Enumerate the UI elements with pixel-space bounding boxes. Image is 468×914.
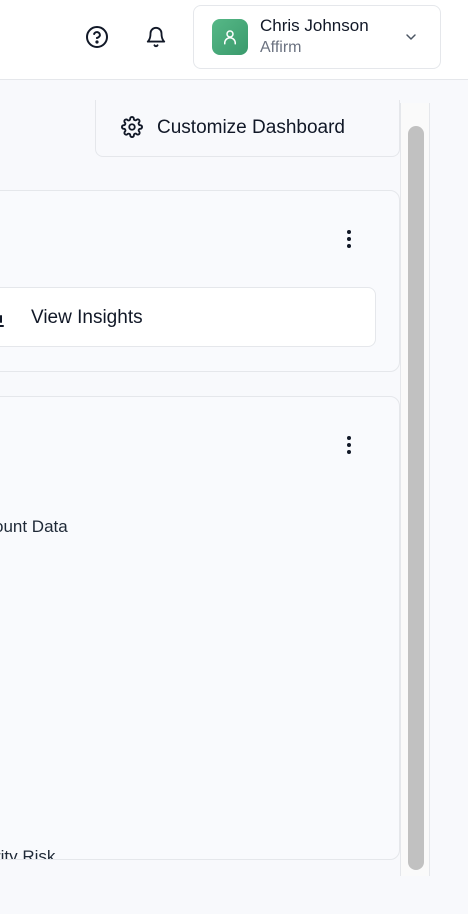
bell-icon xyxy=(146,27,166,48)
scrollbar-thumb[interactable] xyxy=(408,126,424,870)
user-menu[interactable]: Chris Johnson Affirm xyxy=(193,5,441,69)
customize-dashboard-button[interactable]: Customize Dashboard xyxy=(95,100,400,157)
card-menu-button[interactable] xyxy=(339,431,359,459)
gear-icon xyxy=(121,116,143,138)
insights-card: View Insights xyxy=(0,190,400,372)
view-insights-button[interactable]: View Insights xyxy=(0,287,376,347)
help-circle-icon xyxy=(86,26,108,48)
list-item: ccount Data xyxy=(0,517,68,536)
bar-chart-icon xyxy=(0,315,4,327)
data-card: ccount Data curity Risk xyxy=(0,396,400,860)
list-item: curity Risk xyxy=(0,847,56,860)
avatar xyxy=(212,19,248,55)
customize-dashboard-label: Customize Dashboard xyxy=(157,117,345,138)
help-button[interactable] xyxy=(82,22,112,52)
top-bar: Chris Johnson Affirm xyxy=(0,0,468,80)
more-vertical-icon xyxy=(347,230,351,234)
notifications-button[interactable] xyxy=(141,22,171,52)
more-vertical-icon xyxy=(347,436,351,440)
user-icon xyxy=(224,30,236,45)
user-name: Chris Johnson xyxy=(260,16,369,35)
chevron-down-icon xyxy=(406,34,416,40)
card-menu-button[interactable] xyxy=(339,225,359,253)
user-organization: Affirm xyxy=(260,39,302,56)
view-insights-label: View Insights xyxy=(31,307,143,328)
